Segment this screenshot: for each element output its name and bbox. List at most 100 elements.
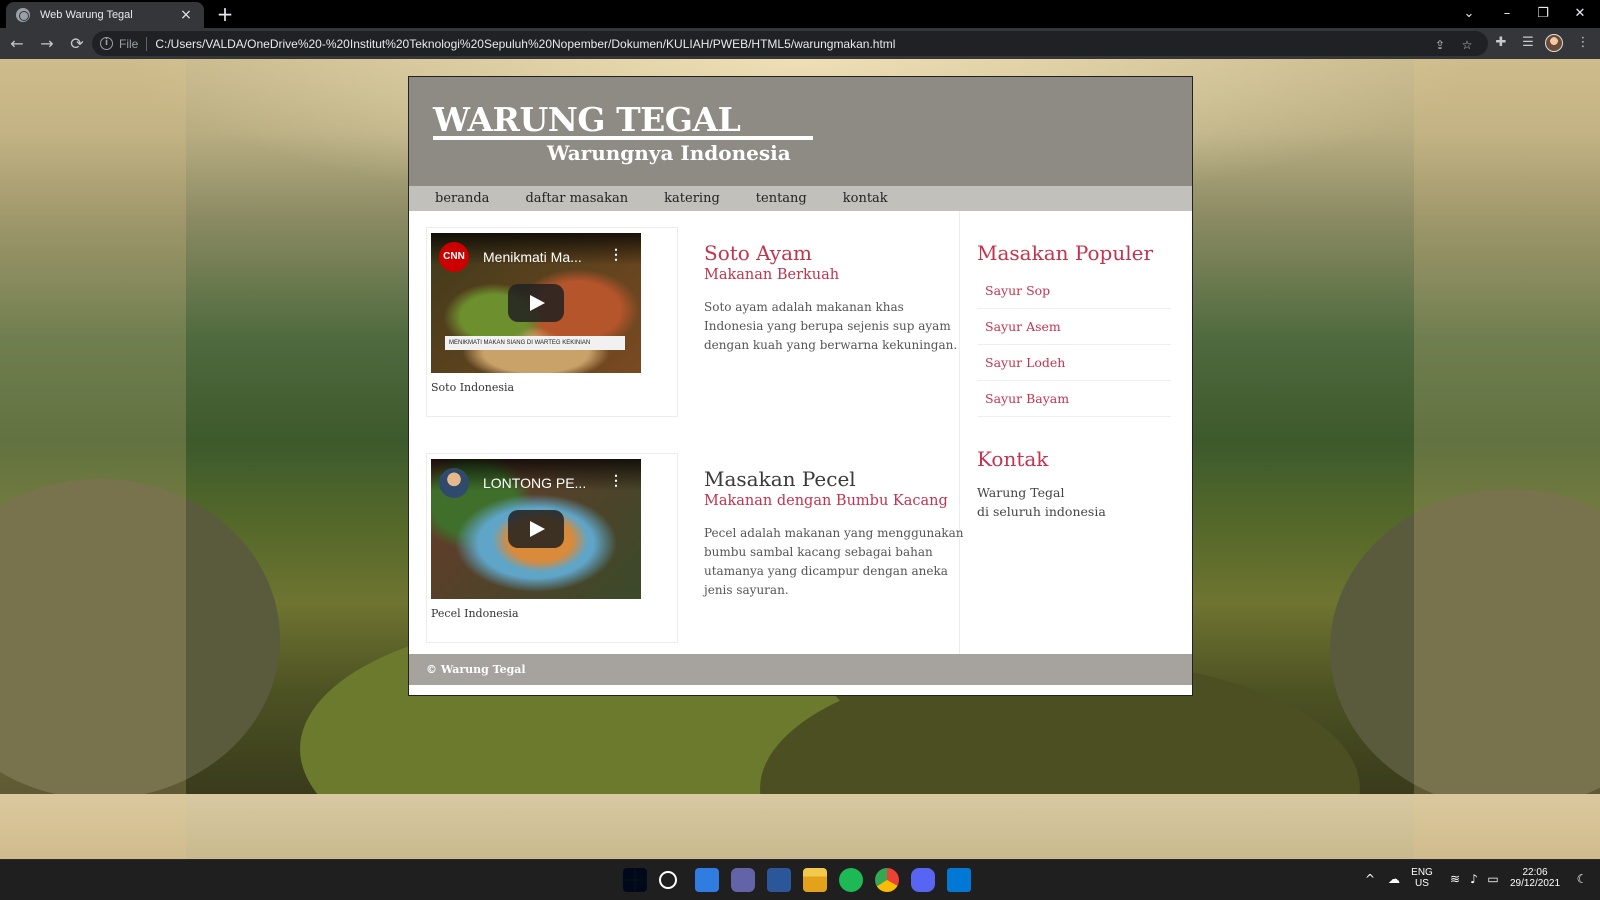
widgets-icon[interactable]: [695, 868, 719, 892]
language-code: ENG: [1411, 867, 1433, 878]
popular-link[interactable]: Sayur Sop: [985, 283, 1050, 298]
video-caption: Pecel Indonesia: [431, 607, 519, 620]
clock-date: 29/12/2021: [1509, 878, 1561, 889]
site-content: CNN Menikmati Ma... ⋮ MENIKMATI MAKAN SI…: [409, 211, 1192, 654]
language-indicator[interactable]: ENG US: [1407, 867, 1437, 889]
video-title[interactable]: Menikmati Ma...: [483, 249, 582, 265]
video-overlay-text: MENIKMATI MAKAN SIANG DI WARTEG KEKINIAN: [445, 336, 625, 350]
teams-chat-icon[interactable]: [731, 868, 755, 892]
list-item: Sayur Lodeh: [977, 345, 1171, 381]
wifi-icon[interactable]: ≋: [1447, 872, 1463, 886]
back-button[interactable]: ←: [4, 31, 30, 57]
contact-info: Warung Tegal di seluruh indonesia: [977, 483, 1177, 521]
chrome-icon[interactable]: [875, 868, 899, 892]
browser-menu-icon[interactable]: ⋮: [1573, 33, 1593, 53]
popular-link[interactable]: Sayur Lodeh: [985, 355, 1065, 370]
reading-list-icon[interactable]: ☰: [1518, 33, 1538, 53]
bookmark-star-icon[interactable]: ☆: [1459, 37, 1475, 53]
nav-tentang[interactable]: tentang: [756, 191, 807, 206]
forward-button[interactable]: →: [34, 31, 60, 57]
spotify-icon[interactable]: [839, 868, 863, 892]
browser-tab[interactable]: Web Warung Tegal ×: [6, 2, 204, 28]
tab-search-icon[interactable]: ⌄: [1452, 3, 1486, 25]
clock[interactable]: 22:06 29/12/2021: [1505, 867, 1565, 889]
new-tab-button[interactable]: +: [214, 4, 236, 26]
background-fade-left: [0, 59, 186, 859]
background-fade-right: [1414, 59, 1600, 859]
popular-link[interactable]: Sayur Bayam: [985, 391, 1069, 406]
article-title: Soto Ayam: [704, 241, 812, 265]
popular-list: Sayur Sop Sayur Asem Sayur Lodeh Sayur B…: [977, 273, 1171, 417]
list-item: Sayur Asem: [977, 309, 1171, 345]
site-nav: beranda daftar masakan katering tentang …: [409, 186, 1192, 211]
channel-logo[interactable]: CNN: [439, 242, 469, 272]
site-tagline: Warungnya Indonesia: [547, 141, 791, 165]
article-body: Soto ayam adalah makanan khas Indonesia …: [704, 300, 958, 352]
browser-toolbar: ← → ⟳ i File C:/Users/VALDA/OneDrive%20-…: [0, 28, 1600, 59]
globe-icon: [16, 8, 30, 22]
tab-strip: Web Warung Tegal × + ⌄ – ❐ ✕: [0, 0, 1600, 28]
video-card: CNN Menikmati Ma... ⋮ MENIKMATI MAKAN SI…: [426, 227, 678, 417]
tab-title: Web Warung Tegal: [40, 9, 133, 21]
play-button-icon[interactable]: [508, 284, 564, 322]
article-subtitle: Makanan dengan Bumbu Kacang: [704, 493, 948, 509]
restore-button[interactable]: ❐: [1526, 3, 1560, 25]
site-header: WARUNG TEGAL Warungnya Indonesia: [409, 77, 1192, 186]
contact-title: Kontak: [977, 447, 1049, 471]
background-strip: [0, 794, 1600, 859]
article-text: Masakan Pecel Makanan dengan Bumbu Kacan…: [704, 467, 966, 600]
list-item: Sayur Sop: [977, 273, 1171, 309]
article-text: Soto Ayam Makanan Berkuah Soto ayam adal…: [704, 241, 966, 355]
site-footer: © Warung Tegal: [409, 654, 1192, 685]
address-separator: [146, 36, 148, 51]
search-icon[interactable]: [659, 871, 677, 889]
url-text[interactable]: C:/Users/VALDA/OneDrive%20-%20Institut%2…: [155, 37, 895, 51]
taskbar: [0, 859, 1600, 900]
video-player[interactable]: CNN Menikmati Ma... ⋮ MENIKMATI MAKAN SI…: [431, 233, 641, 373]
address-bar[interactable]: i File C:/Users/VALDA/OneDrive%20-%20Ins…: [92, 31, 1488, 56]
tray-overflow-icon[interactable]: ^: [1362, 872, 1378, 886]
sidebar: Masakan Populer Sayur Sop Sayur Asem Say…: [977, 241, 1177, 521]
scheme-label: File: [119, 36, 139, 51]
site-info-icon[interactable]: i: [100, 37, 113, 50]
video-player[interactable]: LONTONG PE... ⋮: [431, 459, 641, 599]
extensions-icon[interactable]: ✚: [1491, 33, 1511, 53]
share-icon[interactable]: ⇪: [1432, 37, 1448, 53]
popular-link[interactable]: Sayur Asem: [985, 319, 1061, 334]
reload-button[interactable]: ⟳: [64, 31, 90, 57]
file-explorer-icon[interactable]: [803, 868, 827, 892]
article-subtitle: Makanan Berkuah: [704, 267, 840, 283]
video-card: LONTONG PE... ⋮ Pecel Indonesia: [426, 453, 678, 643]
play-button-icon[interactable]: [508, 510, 564, 548]
video-title[interactable]: LONTONG PE...: [483, 475, 586, 491]
video-more-icon[interactable]: ⋮: [609, 474, 623, 488]
article-title: Masakan Pecel: [704, 467, 856, 491]
popular-title: Masakan Populer: [977, 241, 1154, 265]
nav-katering[interactable]: katering: [664, 191, 720, 206]
close-tab-icon[interactable]: ×: [178, 8, 194, 22]
discord-icon[interactable]: [911, 868, 935, 892]
notifications-icon[interactable]: ☾: [1574, 872, 1590, 886]
battery-icon[interactable]: ▭: [1485, 872, 1501, 886]
close-window-button[interactable]: ✕: [1563, 3, 1597, 25]
channel-avatar[interactable]: [439, 468, 469, 498]
nav-daftar-masakan[interactable]: daftar masakan: [525, 191, 628, 206]
nav-beranda[interactable]: beranda: [435, 191, 489, 206]
clock-time: 22:06: [1522, 867, 1548, 878]
site-brand: WARUNG TEGAL: [433, 100, 741, 139]
video-more-icon[interactable]: ⋮: [609, 248, 623, 262]
article-pecel: LONTONG PE... ⋮ Pecel Indonesia Masakan …: [426, 453, 964, 643]
volume-icon[interactable]: ♪: [1466, 872, 1482, 886]
minimize-button[interactable]: –: [1490, 3, 1524, 25]
vscode-icon[interactable]: [947, 868, 971, 892]
cloud-icon[interactable]: ☁: [1386, 872, 1402, 886]
page-viewport: WARUNG TEGAL Warungnya Indonesia beranda…: [0, 59, 1600, 859]
video-caption: Soto Indonesia: [431, 381, 515, 394]
word-icon[interactable]: [767, 868, 791, 892]
nav-kontak[interactable]: kontak: [843, 191, 888, 206]
start-icon[interactable]: [623, 868, 647, 892]
article-soto: CNN Menikmati Ma... ⋮ MENIKMATI MAKAN SI…: [426, 227, 957, 417]
article-body: Pecel adalah makanan yang menggunakan bu…: [704, 526, 964, 597]
profile-avatar[interactable]: [1545, 34, 1563, 52]
website-container: WARUNG TEGAL Warungnya Indonesia beranda…: [408, 76, 1193, 696]
